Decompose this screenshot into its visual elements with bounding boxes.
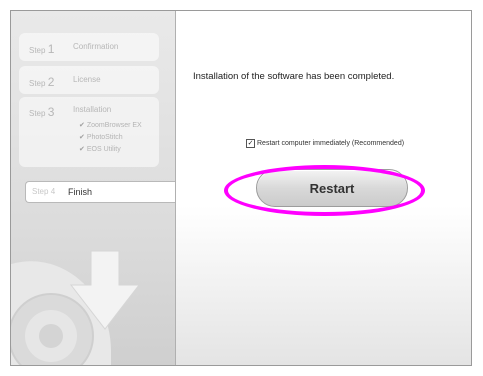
step-license: Step 2 License	[19, 66, 159, 94]
completion-message: Installation of the software has been co…	[193, 71, 395, 82]
installed-item: ✔ EOS Utility	[79, 146, 121, 153]
cd-install-graphic	[11, 250, 141, 365]
step-confirmation: Step 1 Confirmation	[19, 33, 159, 61]
installed-item: ✔ ZoomBrowser EX	[79, 122, 142, 129]
steps-sidebar: Step 1 Confirmation Step 2 License Step …	[11, 11, 175, 365]
step-label: License	[73, 75, 101, 84]
check-icon: ✔	[79, 122, 85, 129]
step-label: Confirmation	[73, 42, 119, 51]
step-number: Step 3	[29, 105, 55, 119]
restart-option-label: Restart computer immediately (Recommende…	[257, 140, 405, 147]
check-icon: ✔	[79, 146, 85, 153]
installer-window: Step 1 Confirmation Step 2 License Step …	[10, 10, 472, 366]
step-label: Finish	[68, 187, 93, 197]
step-installation: Step 3 Installation ✔ ZoomBrowser EX ✔ Pho…	[19, 97, 159, 167]
step-number: Step 1	[29, 42, 55, 56]
restart-button[interactable]: Restart	[256, 169, 408, 207]
step-finish: Step 4 Finish	[25, 181, 175, 203]
restart-option[interactable]: ✓ Restart computer immediately (Recommen…	[246, 139, 404, 148]
step-number: Step 4	[32, 187, 56, 196]
step-label: Installation	[73, 105, 112, 114]
step-number: Step 2	[29, 75, 55, 89]
main-panel: Installation of the software has been co…	[175, 11, 471, 365]
check-icon: ✔	[79, 134, 85, 141]
restart-checkbox[interactable]: ✓	[246, 139, 255, 148]
installed-item: ✔ PhotoStitch	[79, 134, 123, 141]
